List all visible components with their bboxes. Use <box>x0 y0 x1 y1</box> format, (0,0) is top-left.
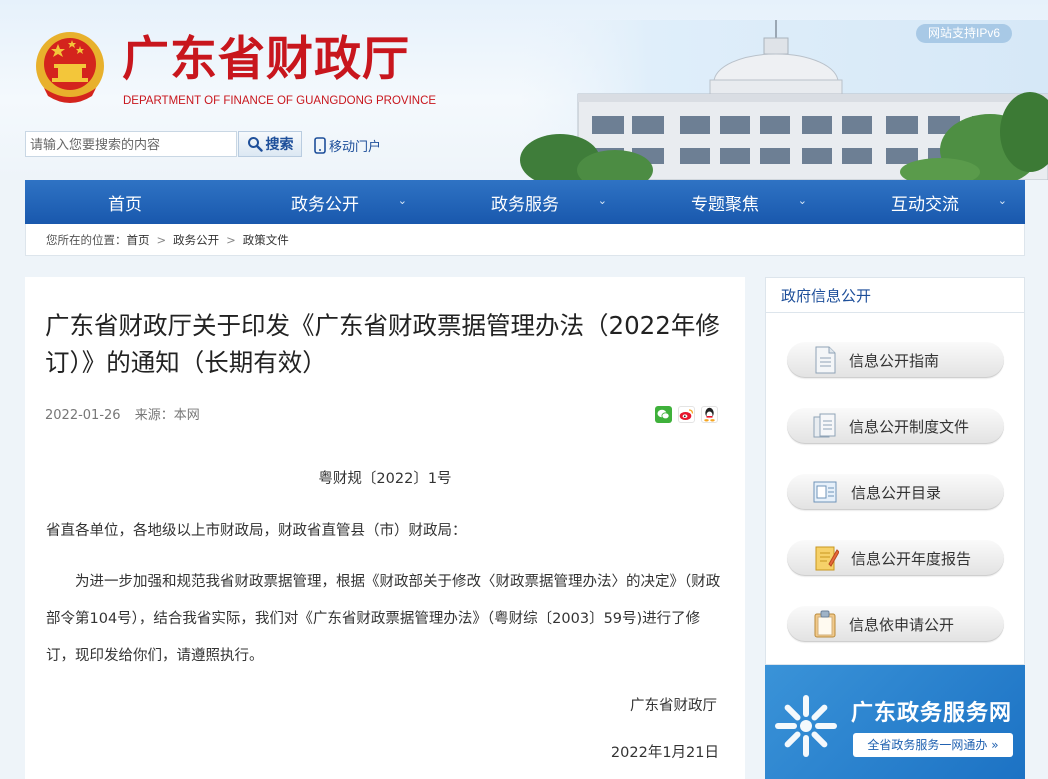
guangdong-gov-service-banner[interactable]: 广东政务服务网 全省政务服务一网通办 » <box>765 665 1025 779</box>
sidebar-item-disclosure-catalog[interactable]: 信息公开目录 <box>787 474 1004 510</box>
document-icon <box>815 346 836 374</box>
article-title: 广东省财政厅关于印发《广东省财政票据管理办法（2022年修订）》的通知（长期有效… <box>45 311 720 377</box>
banner-title: 广东政务服务网 <box>851 701 1013 726</box>
sidebar-item-disclosure-rules[interactable]: 信息公开制度文件 <box>787 408 1004 444</box>
chevron-down-icon: ⌄ <box>397 194 407 207</box>
sidebar-item-label: 信息公开指南 <box>849 351 940 370</box>
nav-item-label: 互动交流 <box>891 194 959 215</box>
sidebar-item-label: 信息公开目录 <box>851 483 942 502</box>
share-bar <box>655 406 718 423</box>
nav-item-label: 政务服务 <box>491 194 559 215</box>
sidebar-title: 政府信息公开 <box>766 278 1024 313</box>
site-title-english: DEPARTMENT OF FINANCE OF GUANGDONG PROVI… <box>123 95 437 107</box>
nav-item-label: 专题聚焦 <box>691 194 759 215</box>
sidebar-item-disclosure-guide[interactable]: 信息公开指南 <box>787 342 1004 378</box>
sidebar-item-apply-disclosure[interactable]: 信息依申请公开 <box>787 606 1004 642</box>
clipboard-icon <box>814 610 836 638</box>
breadcrumb-separator: > <box>226 232 236 247</box>
report-icon <box>815 546 839 571</box>
breadcrumb-link-government-affairs[interactable]: 政务公开 <box>173 232 219 248</box>
breadcrumb: 您所在的位置： 首页 > 政务公开 > 政策文件 <box>25 224 1025 256</box>
addressee: 省直各单位，各地级以上市财政局，财政省直管县（市）财政局： <box>46 523 467 539</box>
documents-icon <box>813 413 836 438</box>
publish-date: 2022-01-26 <box>45 408 121 423</box>
breadcrumb-separator: > <box>156 232 167 247</box>
article-body-paragraph: 为进一步加强和规范我省财政票据管理，根据《财政部关于修改〈财政票据管理办法〉的决… <box>46 574 721 664</box>
sidebar-item-label: 信息公开年度报告 <box>851 549 972 568</box>
sidebar-item-label: 信息依申请公开 <box>849 615 955 634</box>
article-source: 来源：本网 <box>134 408 200 423</box>
chevron-down-icon: ⌄ <box>997 194 1007 207</box>
search-icon <box>247 137 263 152</box>
signature-organization: 广东省财政厅 <box>630 698 717 714</box>
qq-icon[interactable] <box>701 406 718 423</box>
info-disclosure-sidebar: 政府信息公开 信息公开指南 信息公开制度文件 信息公开目录 信息公开年度报告 信… <box>765 277 1025 665</box>
gov-service-logo-icon <box>775 695 837 757</box>
weibo-icon[interactable] <box>678 406 695 423</box>
sidebar-item-label: 信息公开制度文件 <box>849 417 970 436</box>
chevron-down-icon: ⌄ <box>797 194 807 207</box>
chevron-down-icon: ⌄ <box>597 194 607 207</box>
signature-date: 2022年1月21日 <box>610 745 719 761</box>
search-button-label: 搜索 <box>265 137 294 153</box>
search-input[interactable] <box>25 131 237 157</box>
site-header: 广东省财政厅 DEPARTMENT OF FINANCE OF GUANGDON… <box>0 0 1048 180</box>
search-button[interactable]: 搜索 <box>238 131 302 157</box>
breadcrumb-link-policy-documents[interactable]: 政策文件 <box>243 232 289 248</box>
breadcrumb-link-home[interactable]: 首页 <box>127 232 150 248</box>
mobile-phone-icon <box>314 137 326 154</box>
nav-item-services[interactable]: 政务服务 ⌄ <box>425 180 625 224</box>
sidebar-item-annual-report[interactable]: 信息公开年度报告 <box>787 540 1004 576</box>
national-emblem-icon <box>36 32 104 103</box>
banner-subtitle-button[interactable]: 全省政务服务一网通办 » <box>853 733 1013 757</box>
nav-item-home[interactable]: 首页 <box>25 180 225 224</box>
main-navigation: 首页 政务公开 ⌄ 政务服务 ⌄ 专题聚焦 ⌄ 互动交流 ⌄ <box>25 180 1025 224</box>
mobile-portal-label: 移动门户 <box>329 140 382 155</box>
nav-item-government-affairs[interactable]: 政务公开 ⌄ <box>225 180 425 224</box>
document-number: 粤财规〔2022〕1号 <box>318 471 452 487</box>
nav-item-label: 政务公开 <box>291 194 359 215</box>
mobile-portal-link[interactable]: 移动门户 <box>314 136 381 155</box>
article-meta: 2022-01-26 来源：本网 <box>45 404 200 423</box>
nav-item-topics[interactable]: 专题聚焦 ⌄ <box>625 180 825 224</box>
ipv6-badge: 网站支持IPv6 <box>916 24 1012 43</box>
wechat-icon[interactable] <box>655 406 672 423</box>
site-title: 广东省财政厅 <box>122 32 410 87</box>
building-image <box>520 20 1048 180</box>
article-panel: 广东省财政厅关于印发《广东省财政票据管理办法（2022年修订）》的通知（长期有效… <box>25 277 745 779</box>
nav-item-interaction[interactable]: 互动交流 ⌄ <box>825 180 1025 224</box>
breadcrumb-prefix: 您所在的位置： <box>46 232 127 247</box>
catalog-icon <box>813 481 837 503</box>
nav-item-label: 首页 <box>108 194 142 215</box>
